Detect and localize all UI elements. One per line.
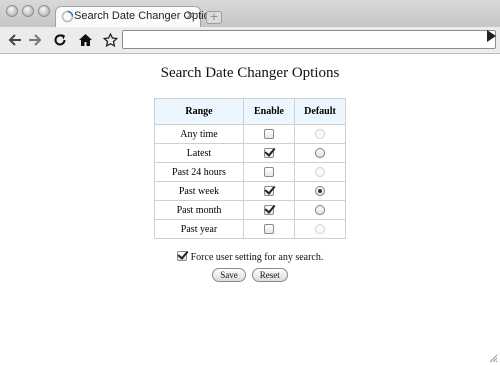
default-cell	[294, 219, 346, 239]
enable-cell	[243, 124, 295, 144]
browser-toolbar	[0, 27, 500, 54]
default-radio	[315, 129, 325, 140]
range-label: Past year	[154, 219, 244, 239]
enable-cell	[243, 181, 295, 201]
home-icon[interactable]	[75, 31, 95, 49]
enable-checkbox[interactable]	[264, 148, 274, 159]
tab-title: Search Date Changer Options	[74, 10, 222, 22]
range-label: Past month	[154, 200, 244, 220]
enable-checkbox[interactable]	[264, 129, 274, 140]
column-header-range: Range	[154, 98, 244, 125]
tab-close-icon[interactable]: ✕	[186, 10, 195, 23]
new-tab-button[interactable]: +	[206, 11, 222, 24]
enable-checkbox[interactable]	[264, 205, 274, 216]
force-setting-row: Force user setting for any search.	[0, 251, 500, 263]
range-label: Latest	[154, 143, 244, 163]
enable-cell	[243, 143, 295, 163]
default-cell	[294, 124, 346, 144]
table-row: Past year	[154, 219, 346, 239]
loading-spinner-icon	[61, 10, 74, 23]
default-cell	[294, 162, 346, 182]
window-zoom-button[interactable]	[38, 5, 50, 17]
force-setting-label: Force user setting for any search.	[190, 252, 324, 263]
table-header-row: Range Enable Default	[154, 98, 346, 125]
range-label: Past 24 hours	[154, 162, 244, 182]
column-header-default: Default	[294, 98, 346, 125]
default-radio[interactable]	[315, 148, 325, 159]
address-bar[interactable]	[122, 30, 496, 49]
table-row: Past week	[154, 181, 346, 201]
default-radio	[315, 224, 325, 235]
table-row: Any time	[154, 124, 346, 144]
default-cell	[294, 143, 346, 163]
go-arrow-icon[interactable]	[487, 30, 496, 42]
default-radio[interactable]	[315, 186, 325, 197]
default-cell	[294, 181, 346, 201]
table-row: Past month	[154, 200, 346, 220]
default-radio[interactable]	[315, 205, 325, 216]
force-setting-checkbox[interactable]	[176, 251, 187, 261]
save-button[interactable]: Save	[212, 268, 246, 282]
resize-grip-icon[interactable]	[489, 354, 498, 363]
enable-cell	[243, 162, 295, 182]
range-label: Past week	[154, 181, 244, 201]
window-titlebar: Search Date Changer Options ✕ +	[0, 0, 500, 28]
default-cell	[294, 200, 346, 220]
browser-tab[interactable]: Search Date Changer Options ✕	[55, 6, 221, 27]
options-table: Range Enable Default Any time Latest Past …	[154, 98, 346, 239]
back-arrow-icon[interactable]	[5, 31, 25, 49]
enable-cell	[243, 200, 295, 220]
window-minimize-button[interactable]	[22, 5, 34, 17]
range-label: Any time	[154, 124, 244, 144]
table-row: Latest	[154, 143, 346, 163]
button-row: Save Reset	[0, 265, 500, 283]
table-row: Past 24 hours	[154, 162, 346, 182]
enable-cell	[243, 219, 295, 239]
column-header-enable: Enable	[243, 98, 295, 125]
default-radio	[315, 167, 325, 178]
forward-arrow-icon[interactable]	[25, 31, 45, 49]
enable-checkbox[interactable]	[264, 167, 274, 178]
enable-checkbox[interactable]	[264, 186, 274, 197]
reset-button[interactable]: Reset	[251, 268, 288, 282]
enable-checkbox[interactable]	[264, 224, 274, 235]
star-icon[interactable]	[100, 31, 120, 49]
page-title: Search Date Changer Options	[160, 65, 340, 81]
reload-icon[interactable]	[50, 31, 70, 49]
window-close-button[interactable]	[6, 5, 18, 17]
